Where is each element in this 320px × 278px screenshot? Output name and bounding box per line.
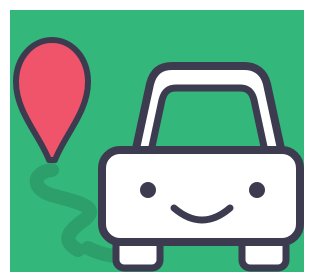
app-icon-graphic	[0, 0, 314, 278]
windshield	[146, 84, 270, 160]
left-eye	[140, 182, 156, 198]
car-map-pin-app-icon	[0, 0, 314, 278]
car-body	[98, 146, 304, 246]
right-eye	[249, 182, 265, 198]
